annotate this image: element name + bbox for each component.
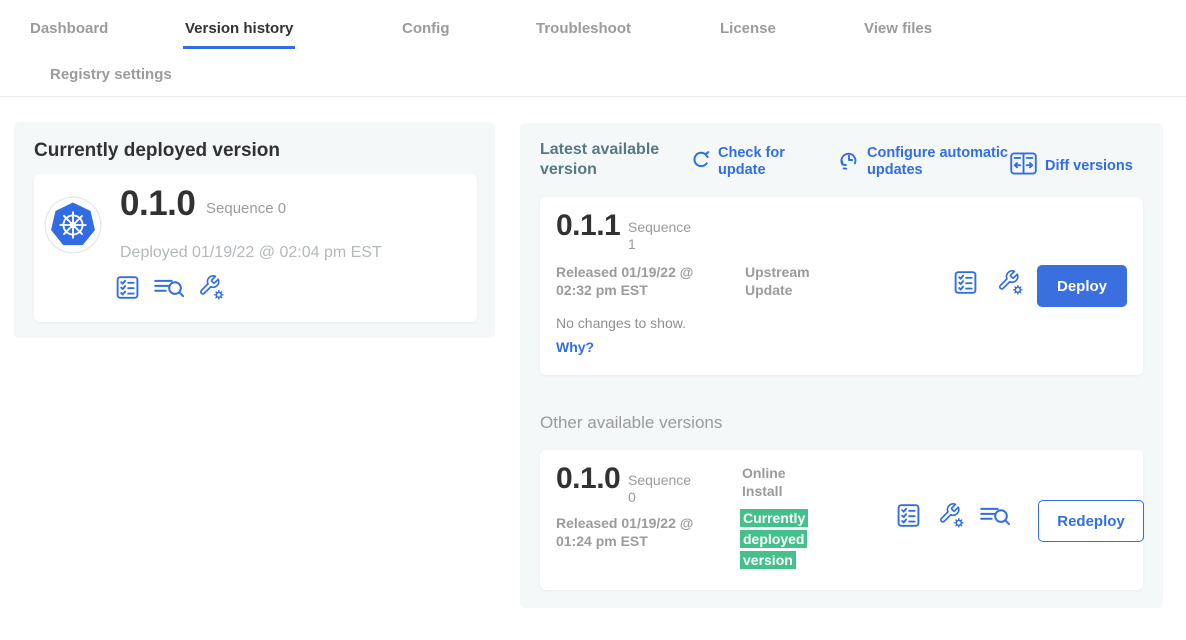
tab-troubleshoot[interactable]: Troubleshoot bbox=[534, 16, 633, 49]
schedule-icon bbox=[838, 149, 860, 176]
deployed-timestamp: Deployed 01/19/22 @ 02:04 pm EST bbox=[120, 244, 382, 262]
why-link[interactable]: Why? bbox=[556, 339, 594, 355]
deployed-version-number: 0.1.0 bbox=[120, 184, 195, 224]
latest-actions-row bbox=[952, 269, 1024, 296]
tab-view-files[interactable]: View files bbox=[862, 16, 934, 49]
check-for-update-link[interactable]: Check for update bbox=[690, 145, 800, 179]
latest-version-number: 0.1.1 bbox=[556, 209, 620, 243]
no-changes-text: No changes to show. bbox=[556, 315, 686, 331]
configure-automatic-updates-link[interactable]: Configure automatic updates bbox=[838, 145, 1027, 179]
config-wrench-icon[interactable] bbox=[997, 269, 1024, 296]
currently-deployed-title: Currently deployed version bbox=[34, 140, 280, 162]
config-wrench-icon[interactable] bbox=[198, 274, 225, 301]
deployed-version-card: 0.1.0 Sequence 0 Deployed 01/19/22 @ 02:… bbox=[34, 174, 477, 322]
tab-registry-settings[interactable]: Registry settings bbox=[48, 62, 174, 95]
diff-versions-label: Diff versions bbox=[1045, 158, 1133, 175]
currently-deployed-badge: Currently deployed version bbox=[740, 508, 816, 571]
other-released-timestamp: Released 01/19/22 @ 01:24 pm EST bbox=[556, 514, 731, 550]
preflight-checklist-icon[interactable] bbox=[895, 502, 922, 529]
configure-automatic-updates-label: Configure automatic updates bbox=[867, 145, 1027, 179]
deploy-button[interactable]: Deploy bbox=[1037, 265, 1127, 307]
other-actions-row bbox=[895, 502, 1012, 529]
other-version-card: 0.1.0 Sequence 0 Released 01/19/22 @ 01:… bbox=[540, 450, 1143, 590]
diff-icon bbox=[1009, 151, 1038, 181]
deploy-logs-icon[interactable] bbox=[979, 502, 1012, 529]
currently-deployed-panel: Currently deployed version 0.1.0 bbox=[14, 122, 495, 338]
other-available-versions-title: Other available versions bbox=[540, 413, 722, 433]
preflight-checklist-icon[interactable] bbox=[114, 274, 141, 301]
latest-available-title: Latest available version bbox=[540, 140, 675, 180]
preflight-checklist-icon[interactable] bbox=[952, 269, 979, 296]
tab-config[interactable]: Config bbox=[400, 16, 451, 49]
latest-sequence-label: Sequence 1 bbox=[628, 219, 698, 253]
deployed-sequence-label: Sequence 0 bbox=[206, 200, 286, 218]
latest-version-card: 0.1.1 Sequence 1 Released 01/19/22 @ 02:… bbox=[540, 197, 1143, 375]
latest-available-panel: Latest available version Check for updat… bbox=[520, 123, 1163, 608]
tab-dashboard[interactable]: Dashboard bbox=[28, 16, 110, 49]
redeploy-button[interactable]: Redeploy bbox=[1038, 500, 1144, 542]
kubernetes-logo-icon bbox=[44, 196, 102, 254]
refresh-icon bbox=[690, 149, 711, 175]
config-wrench-icon[interactable] bbox=[938, 502, 965, 529]
deployed-actions-row bbox=[114, 274, 225, 301]
other-sequence-label: Sequence 0 bbox=[628, 472, 698, 506]
check-for-update-label: Check for update bbox=[718, 145, 800, 179]
tab-license[interactable]: License bbox=[718, 16, 778, 49]
deploy-logs-icon[interactable] bbox=[153, 274, 186, 301]
top-nav: Dashboard Version history Config Trouble… bbox=[0, 0, 1186, 97]
latest-released-timestamp: Released 01/19/22 @ 02:32 pm EST bbox=[556, 263, 731, 299]
app-window: Dashboard Version history Config Trouble… bbox=[0, 0, 1186, 640]
diff-versions-link[interactable]: Diff versions bbox=[1009, 151, 1133, 181]
tab-version-history[interactable]: Version history bbox=[183, 16, 295, 49]
latest-source-label: Upstream Update bbox=[745, 263, 830, 299]
other-source-label: Online Install bbox=[742, 464, 802, 500]
other-version-number: 0.1.0 bbox=[556, 462, 620, 496]
